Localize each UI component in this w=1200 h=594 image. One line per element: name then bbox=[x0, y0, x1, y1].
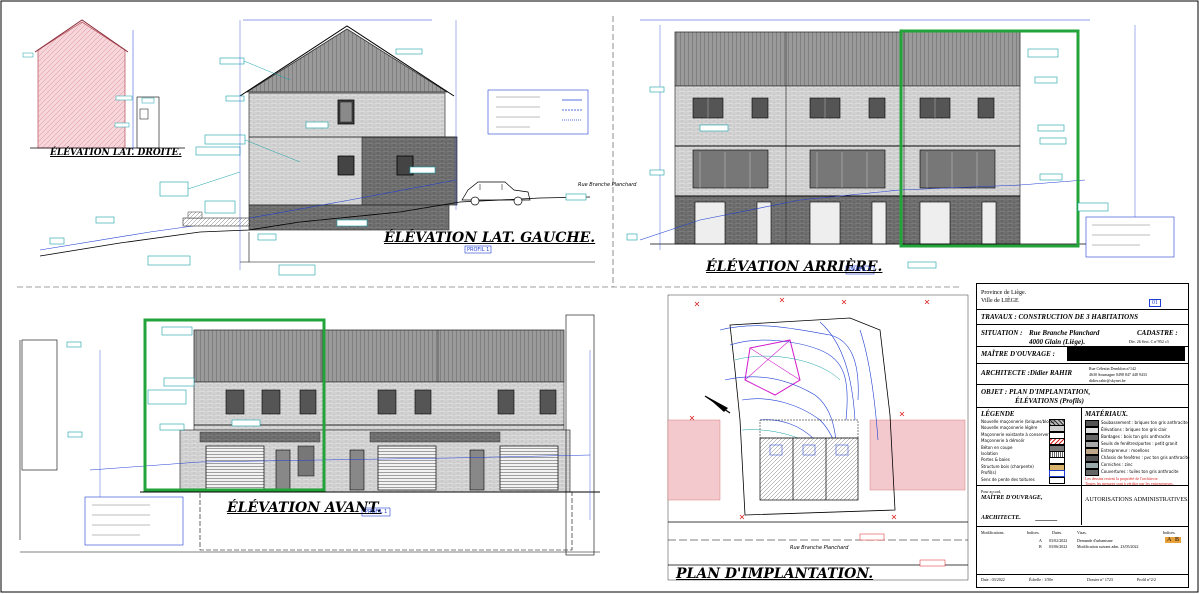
material-item: Seuils de fenêtres/portes : petit granit bbox=[1101, 441, 1178, 446]
pour-accord: Pour accord, bbox=[981, 489, 1002, 494]
rev-header-indices-right: Indices. bbox=[1163, 530, 1176, 535]
elevation-lat-droite bbox=[22, 19, 185, 150]
signature bbox=[1034, 510, 1062, 521]
maitre-ouvrage: MAÎTRE D'OUVRAGE : bbox=[981, 350, 1055, 358]
legend-item: Portes & baies bbox=[981, 457, 1010, 463]
maitre-ouvrage-sign: MAÎTRE D'OUVRAGE, bbox=[981, 495, 1043, 501]
street-label-plan: Rue Branche Planchard bbox=[790, 545, 849, 551]
architecte-sign: ARCHITECTE. bbox=[981, 515, 1021, 521]
architect-address-3: didier.rahir@skynet.be bbox=[1089, 378, 1126, 383]
material-swatch bbox=[1085, 434, 1099, 441]
material-item: Élévations : briques ton gris clair bbox=[1101, 427, 1167, 432]
rev-header-modifications: Modifications. bbox=[981, 530, 1005, 535]
profile-tag-left: PROFIL 1 bbox=[467, 247, 490, 253]
material-swatch bbox=[1085, 448, 1099, 455]
legend-item: Nouvelle maçonnerie (briques/blocs) bbox=[981, 419, 1055, 424]
material-item: Soubassement : briques ton gris anthraci… bbox=[1101, 420, 1188, 425]
rev-b-text: Modification suivant adm. 23/05/2022 bbox=[1077, 544, 1139, 549]
rev-b-date: 03/06/2022 bbox=[1049, 544, 1068, 549]
rev-b-index: B bbox=[1039, 544, 1042, 549]
architect-address-1: Rue Célestin Demblon n°142 bbox=[1089, 366, 1137, 371]
profile-tag-front: PROFIL 1 bbox=[365, 509, 388, 515]
materiaux-title: MATÉRIAUX. bbox=[1085, 410, 1128, 418]
index-b: B bbox=[1173, 537, 1182, 543]
elevation-arriere bbox=[626, 19, 1175, 275]
cadastre-value: Div. 26 Sect. C n°952 c3 bbox=[1129, 339, 1169, 344]
legend-item: Isolation bbox=[981, 451, 998, 456]
travaux: TRAVAUX : CONSTRUCTION DE 3 HABITATIONS bbox=[981, 313, 1139, 321]
rev-header-dates: Dates. bbox=[1052, 530, 1063, 535]
situation-line-2: 4000 Glain (Liège). bbox=[1029, 338, 1086, 346]
title-elevation-avant: ÉLÉVATION AVANT. bbox=[227, 500, 382, 516]
material-item: Châssis de fenêtres : pvc ton gris anthr… bbox=[1101, 455, 1190, 460]
material-item: Bardages : bois ton gris anthracite bbox=[1101, 434, 1171, 439]
footer-echelle: Échelle : 1/50e bbox=[1029, 577, 1053, 582]
title-elevation-lat-droite: ÉLÉVATION LAT. DROITE. bbox=[50, 148, 182, 158]
situation-label: SITUATION : bbox=[981, 329, 1023, 337]
architect-address-2: 4630 Soumagne 0498 847 448 9433 bbox=[1089, 372, 1147, 377]
rev-header-indices: Indices. bbox=[1027, 530, 1040, 535]
footer-date: Date : 03/2022 bbox=[981, 577, 1005, 582]
rev-header-visas: Visas. bbox=[1077, 530, 1087, 535]
title-block: Province de Liège. Ville de LIÈGE 01 TRA… bbox=[976, 283, 1190, 588]
elevation-avant bbox=[19, 314, 600, 556]
footer-profil: Profil n°2/2 bbox=[1137, 577, 1156, 582]
material-swatch bbox=[1085, 441, 1099, 448]
objet-line-1: OBJET : PLAN D'IMPLANTATION, bbox=[981, 388, 1091, 396]
redacted-owner bbox=[1067, 347, 1185, 361]
plan-implantation bbox=[667, 294, 969, 581]
material-item: Couvertures : tuiles ton gris anthracite bbox=[1101, 469, 1179, 474]
rev-a-date: 03/02/2022 bbox=[1049, 538, 1068, 543]
material-swatch bbox=[1085, 420, 1099, 427]
material-item: Entrepreneur : moellons bbox=[1101, 448, 1150, 453]
legend-item: Sens de pente des toitures bbox=[981, 476, 1035, 482]
material-swatch bbox=[1085, 455, 1099, 462]
title-plan-implantation: PLAN D'IMPLANTATION. bbox=[676, 566, 874, 582]
situation-line-1: Rue Branche Planchard bbox=[1029, 329, 1100, 337]
legend-item: Profil(s) bbox=[981, 470, 997, 476]
legende-title: LÉGENDE bbox=[981, 410, 1015, 418]
autorisations: AUTORISATIONS ADMINISTRATIVES. bbox=[1085, 497, 1189, 503]
rev-a-text: Demande d'urbanisme bbox=[1077, 538, 1113, 543]
street-label-left: Rue Branche Planchard bbox=[578, 182, 637, 188]
legend-item: Structure bois (charpente) bbox=[981, 463, 1034, 469]
ville: Ville de LIÈGE bbox=[981, 298, 1019, 304]
material-swatch bbox=[1085, 462, 1099, 469]
title-elevation-lat-gauche: ÉLÉVATION LAT. GAUCHE. bbox=[384, 230, 596, 246]
material-item: Corniches : zinc bbox=[1101, 462, 1133, 467]
legend-item: Maçonnerie existante à conserver bbox=[981, 431, 1049, 437]
material-swatch bbox=[1085, 427, 1099, 434]
architecte: ARCHITECTE :Didier RAHIR bbox=[981, 369, 1073, 377]
material-swatch bbox=[1085, 469, 1099, 476]
footer-dossier: Dossier n° 1723 bbox=[1087, 577, 1113, 582]
sheet-number: 01 bbox=[1149, 299, 1161, 307]
legend-item: Nouvelle maçonnerie légère bbox=[981, 425, 1038, 431]
rev-a-index: A bbox=[1039, 538, 1042, 543]
legend-item: Maçonnerie à démolir bbox=[981, 438, 1025, 444]
profile-tag-rear: PROFIL 1 bbox=[849, 267, 872, 273]
province: Province de Liège. bbox=[981, 290, 1027, 296]
cadastre-label: CADASTRE : bbox=[1137, 329, 1178, 337]
legend-swatch bbox=[1049, 476, 1065, 484]
legend-item: Béton en coupe bbox=[981, 444, 1013, 450]
objet-line-2: ÉLÉVATIONS (Profils) bbox=[1015, 397, 1084, 405]
